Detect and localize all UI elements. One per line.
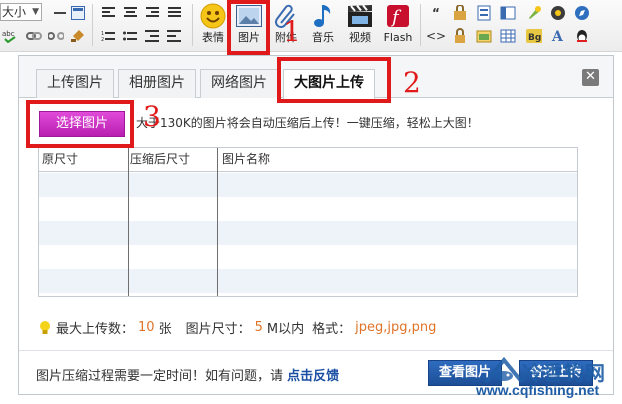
page-break-icon[interactable] [476, 5, 492, 21]
annotation-number-1: 1 [283, 15, 301, 48]
feedback-link[interactable]: 点击反馈 [287, 369, 339, 384]
lightbulb-icon [39, 320, 51, 335]
column-image-name: 图片名称 [222, 152, 271, 166]
smiley-icon [199, 2, 227, 30]
video-button[interactable]: 视频 [343, 2, 377, 48]
table-icon[interactable] [70, 5, 86, 21]
align-right-icon[interactable] [144, 5, 160, 21]
max-upload-unit: 张 [158, 322, 172, 337]
music-label: 音乐 [312, 31, 334, 44]
font-size-select[interactable]: 大小 ▼ [0, 3, 42, 21]
format-value: jpeg,jpg,png [355, 320, 437, 335]
align-justify-icon[interactable] [166, 5, 182, 21]
annotation-box-choose-button [26, 100, 134, 148]
table-row [39, 221, 577, 245]
column-divider [217, 148, 218, 296]
svg-text:2: 2 [101, 37, 104, 42]
chevron-down-icon: ▼ [32, 7, 39, 17]
music-note-icon [309, 2, 337, 30]
upload-limits: 最大上传数： 10 张 图片尺寸： 5 M以内 格式： jpeg,jpg,png [39, 318, 440, 337]
ordered-list-icon[interactable]: 12 [100, 28, 116, 44]
layout-icon[interactable] [500, 5, 516, 21]
special-char-icon[interactable] [452, 5, 468, 21]
video-label: 视频 [349, 31, 371, 44]
column-divider [128, 148, 129, 296]
unlink-icon[interactable] [48, 28, 64, 44]
indent-icon[interactable] [166, 28, 182, 44]
horizontal-rule-icon[interactable] [52, 5, 68, 21]
background-color-icon[interactable]: Bg [526, 28, 542, 44]
table-row [39, 245, 577, 269]
spellcheck-icon[interactable]: abc [2, 28, 18, 44]
flash-label: Flash [383, 31, 413, 44]
compression-hint: 大于130K的图片将会自动压缩后上传！一键压缩，轻松上大图！ [136, 116, 479, 130]
link-icon[interactable] [26, 28, 42, 44]
font-size-label: 大小 [2, 5, 27, 19]
emoticon-label: 表情 [202, 31, 224, 44]
upload-file-table: 原尺寸 压缩后尺寸 图片名称 [38, 147, 578, 297]
align-left-icon[interactable] [100, 5, 116, 21]
table-header: 原尺寸 压缩后尺寸 图片名称 [39, 148, 577, 172]
image-size-value: 5 [254, 320, 263, 335]
tab-album-image[interactable]: 相册图片 [118, 69, 196, 98]
template-icon[interactable] [476, 28, 492, 44]
quote-icon[interactable]: “ [428, 5, 444, 21]
svg-text:abc: abc [2, 30, 15, 38]
table-row [39, 197, 577, 221]
format-label: 格式： [312, 322, 352, 337]
table-grid-icon[interactable] [500, 28, 516, 44]
annotation-box-image-button [227, 0, 270, 55]
lock-icon[interactable] [452, 28, 468, 44]
annotation-number-2: 2 [403, 66, 421, 99]
table-row [39, 173, 577, 197]
svg-text:Bg: Bg [528, 33, 541, 43]
music-button[interactable]: 音乐 [306, 2, 340, 48]
annotation-number-3: 3 [143, 100, 161, 133]
svg-text:A: A [551, 29, 564, 44]
image-size-unit: M以内 [266, 322, 305, 337]
code-icon[interactable]: <> [426, 28, 446, 44]
close-icon[interactable]: ✕ [582, 69, 599, 86]
unordered-list-icon[interactable] [122, 28, 138, 44]
annotation-box-large-upload-tab [277, 57, 391, 103]
video-clapper-icon [346, 2, 374, 30]
media-icon[interactable] [550, 5, 566, 21]
highlight-icon[interactable] [526, 5, 542, 21]
tab-web-image[interactable]: 网络图片 [200, 69, 278, 98]
max-upload-value: 10 [138, 320, 155, 335]
column-compressed-size: 压缩后尺寸 [130, 152, 191, 166]
flash-icon: f [384, 2, 412, 30]
image-size-label: 图片尺寸： [185, 322, 251, 337]
tab-upload-image[interactable]: 上传图片 [36, 69, 114, 98]
max-upload-label: 最大上传数： [56, 322, 135, 337]
editor-toolbar: 大小 ▼ abc 12 表情 图片 附件 音乐 视频 f Flash “ <> … [0, 0, 622, 52]
footer-note: 图片压缩过程需要一定时间！如有问题，请 点击反馈 [36, 365, 339, 384]
align-center-icon[interactable] [122, 5, 138, 21]
footer-note-text: 图片压缩过程需要一定时间！如有问题，请 [36, 369, 284, 384]
watermark-url: www.cqfishing.net [476, 382, 600, 398]
table-row [39, 269, 577, 293]
emoticon-button[interactable]: 表情 [196, 2, 230, 48]
site-watermark: 冷香钓网 www.cqfishing.net [466, 356, 622, 402]
compass-icon[interactable] [574, 5, 590, 21]
column-original-size: 原尺寸 [42, 152, 79, 166]
format-brush-icon[interactable] [70, 28, 86, 44]
font-color-icon[interactable]: A [550, 28, 566, 44]
flash-button[interactable]: f Flash [381, 2, 415, 48]
qq-icon[interactable] [574, 28, 590, 44]
outdent-icon[interactable] [144, 28, 160, 44]
